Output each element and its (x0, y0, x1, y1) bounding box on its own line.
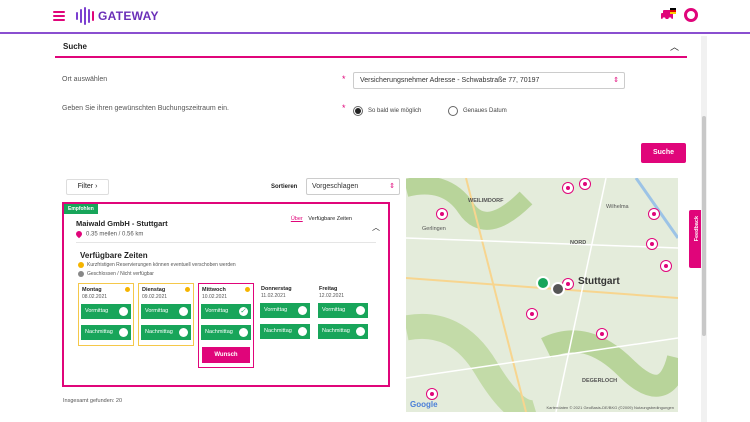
search-section-header[interactable]: Suche ︿ (55, 36, 687, 58)
map-label-wilhelma: Wilhelma (606, 204, 629, 210)
slot-afternoon[interactable]: Nachmittag (260, 324, 310, 339)
closed-dot-icon (78, 271, 84, 277)
home-location-marker[interactable] (551, 282, 565, 296)
search-section-title: Suche (63, 42, 88, 51)
legend-short-notice: Kurzfristigen Reservierungen können even… (78, 262, 236, 268)
location-label: Ort auswählen (62, 76, 108, 83)
map-marker[interactable] (526, 308, 538, 320)
radio-asap-label: So bald wie möglich (368, 108, 422, 114)
filter-button[interactable]: Filter › (66, 179, 109, 195)
car-icon[interactable] (660, 8, 676, 22)
logo-icon (76, 7, 94, 25)
gear-icon[interactable] (684, 8, 698, 22)
distance: 0.35 meilen / 0.56 km (74, 229, 143, 239)
map-attribution[interactable]: Kartendaten © 2021 GeoBasis-DE/BKG (©200… (546, 405, 674, 410)
map-label-gerlingen: Gerlingen (422, 226, 446, 232)
day-name: Mittwoch (202, 287, 226, 293)
sort-select-value: Vorgeschlagen (312, 183, 359, 190)
slot-morning[interactable]: Vormittag (81, 304, 131, 319)
top-bar: GATEWAY (0, 0, 750, 34)
check-icon (239, 304, 248, 319)
required-marker: * (342, 103, 346, 113)
legend-closed: Geschlossen / Nicht verfügbar (78, 271, 154, 277)
day-name: Freitag (319, 286, 338, 292)
chevron-up-icon[interactable]: ︿ (670, 40, 679, 53)
slot-morning-selected[interactable]: Vormittag (201, 304, 251, 319)
slot-morning[interactable]: Vormittag (141, 304, 191, 319)
required-marker: * (342, 74, 346, 84)
google-logo: Google (410, 400, 438, 409)
map-marker[interactable] (596, 328, 608, 340)
wish-button[interactable]: Wunsch (202, 347, 250, 363)
scrollbar-thumb[interactable] (702, 116, 706, 336)
day-date: 08.02.2021 (82, 294, 108, 300)
slot-afternoon[interactable]: Nachmittag (81, 325, 131, 340)
sort-select[interactable]: Vorgeschlagen ⇕ (306, 178, 400, 195)
company-name: Maiwald GmbH - Stuttgart (76, 219, 168, 228)
available-times-title: Verfügbare Zeiten (80, 251, 148, 260)
warning-dot-icon (245, 287, 250, 292)
sort-label: Sortieren (271, 184, 298, 190)
select-arrows-icon: ⇕ (613, 77, 619, 84)
day-date: 11.02.2021 (261, 293, 286, 299)
logo-text: GATEWAY (98, 9, 159, 23)
day-column-montag: Montag 08.02.2021 Vormittag Nachmittag (78, 283, 134, 346)
period-label: Geben Sie ihren gewünschten Buchungszeit… (62, 105, 229, 112)
day-name: Donnerstag (261, 286, 292, 292)
day-date: 09.02.2021 (142, 294, 168, 300)
search-button[interactable]: Suche (641, 143, 686, 163)
warning-dot-icon (125, 287, 130, 292)
radio-exact-label: Genaues Datum (463, 108, 507, 114)
day-name: Montag (82, 287, 102, 293)
menu-icon[interactable] (53, 11, 65, 21)
logo[interactable]: GATEWAY (76, 7, 159, 25)
day-column-dienstag: Dienstag 09.02.2021 Vormittag Nachmittag (138, 283, 194, 346)
warning-dot-icon (185, 287, 190, 292)
map-marker[interactable] (436, 208, 448, 220)
available-times-link[interactable]: Verfügbare Zeiten (308, 216, 352, 222)
day-column-freitag: Freitag 12.02.2021 Vormittag Nachmittag (316, 283, 372, 346)
map-marker[interactable] (646, 238, 658, 250)
results-total: Insgesamt gefunden: 20 (63, 398, 123, 404)
map-marker[interactable] (562, 182, 574, 194)
radio-asap[interactable] (353, 106, 363, 116)
map[interactable]: WEILIMDORF Gerlingen Wilhelma NORD Stutt… (406, 178, 678, 412)
slot-afternoon[interactable]: Nachmittag (141, 325, 191, 340)
day-column-donnerstag: Donnerstag 11.02.2021 Vormittag Nachmitt… (258, 283, 314, 346)
slot-afternoon[interactable]: Nachmittag (201, 325, 251, 340)
location-select-value: Versicherungsnehmer Adresse - Schwabstra… (360, 77, 540, 84)
location-select[interactable]: Versicherungsnehmer Adresse - Schwabstra… (353, 72, 625, 89)
about-link[interactable]: Über (291, 216, 303, 222)
warning-dot-icon (78, 262, 84, 268)
map-label-nord: NORD (570, 240, 587, 246)
day-date: 10.02.2021 (202, 294, 228, 300)
day-date: 12.02.2021 (319, 293, 345, 299)
map-marker[interactable] (426, 388, 438, 400)
map-label-stuttgart: Stuttgart (578, 276, 620, 287)
map-marker[interactable] (660, 260, 672, 272)
result-card[interactable]: Empfohlen Maiwald GmbH - Stuttgart 0.35 … (62, 202, 390, 387)
slot-morning[interactable]: Vormittag (318, 303, 368, 318)
select-arrows-icon: ⇕ (389, 183, 395, 190)
scrollbar[interactable] (701, 36, 707, 422)
location-pin-icon (74, 229, 84, 239)
day-column-mittwoch: Mittwoch 10.02.2021 Vormittag Nachmittag… (198, 283, 254, 368)
map-marker[interactable] (579, 178, 591, 190)
slot-afternoon[interactable]: Nachmittag (318, 324, 368, 339)
feedback-label: Feedback (694, 216, 700, 242)
recommended-badge: Empfohlen (64, 204, 98, 214)
map-label-degerloch: DEGERLOCH (582, 378, 618, 384)
map-label-weilimdorf: WEILIMDORF (468, 198, 504, 204)
day-name: Dienstag (142, 287, 166, 293)
slot-morning[interactable]: Vormittag (260, 303, 310, 318)
map-marker[interactable] (648, 208, 660, 220)
divider (76, 242, 376, 243)
selected-location-marker[interactable] (536, 276, 550, 290)
chevron-up-icon[interactable]: ︿ (372, 222, 380, 233)
radio-exact-date[interactable] (448, 106, 458, 116)
